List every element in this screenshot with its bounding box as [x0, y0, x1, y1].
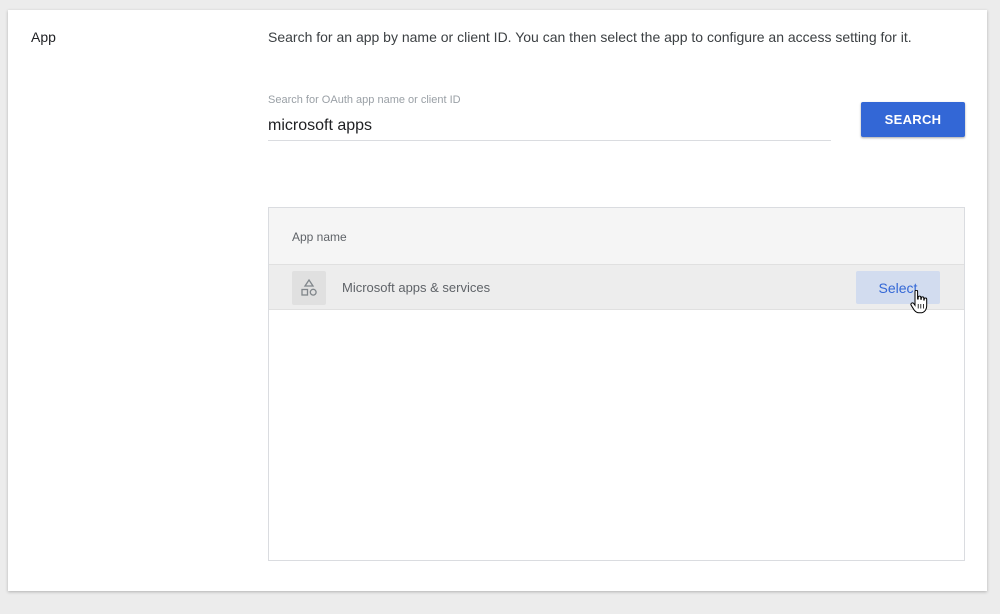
column-header-app-name: App name — [292, 230, 347, 244]
section-description: Search for an app by name or client ID. … — [268, 29, 912, 45]
table-header: App name — [269, 208, 964, 265]
app-access-card: App Search for an app by name or client … — [8, 10, 987, 591]
search-button[interactable]: SEARCH — [861, 102, 965, 137]
shapes-icon — [292, 271, 326, 305]
table-row[interactable]: Microsoft apps & services Select — [269, 265, 964, 314]
results-table: App name Microsoft apps & services Selec… — [268, 207, 965, 561]
search-input-label: Search for OAuth app name or client ID — [268, 94, 461, 106]
section-label: App — [31, 29, 56, 45]
select-button[interactable]: Select — [856, 271, 940, 304]
search-field: Search for OAuth app name or client ID — [268, 94, 831, 141]
search-input[interactable] — [268, 114, 831, 138]
app-name: Microsoft apps & services — [342, 280, 491, 295]
